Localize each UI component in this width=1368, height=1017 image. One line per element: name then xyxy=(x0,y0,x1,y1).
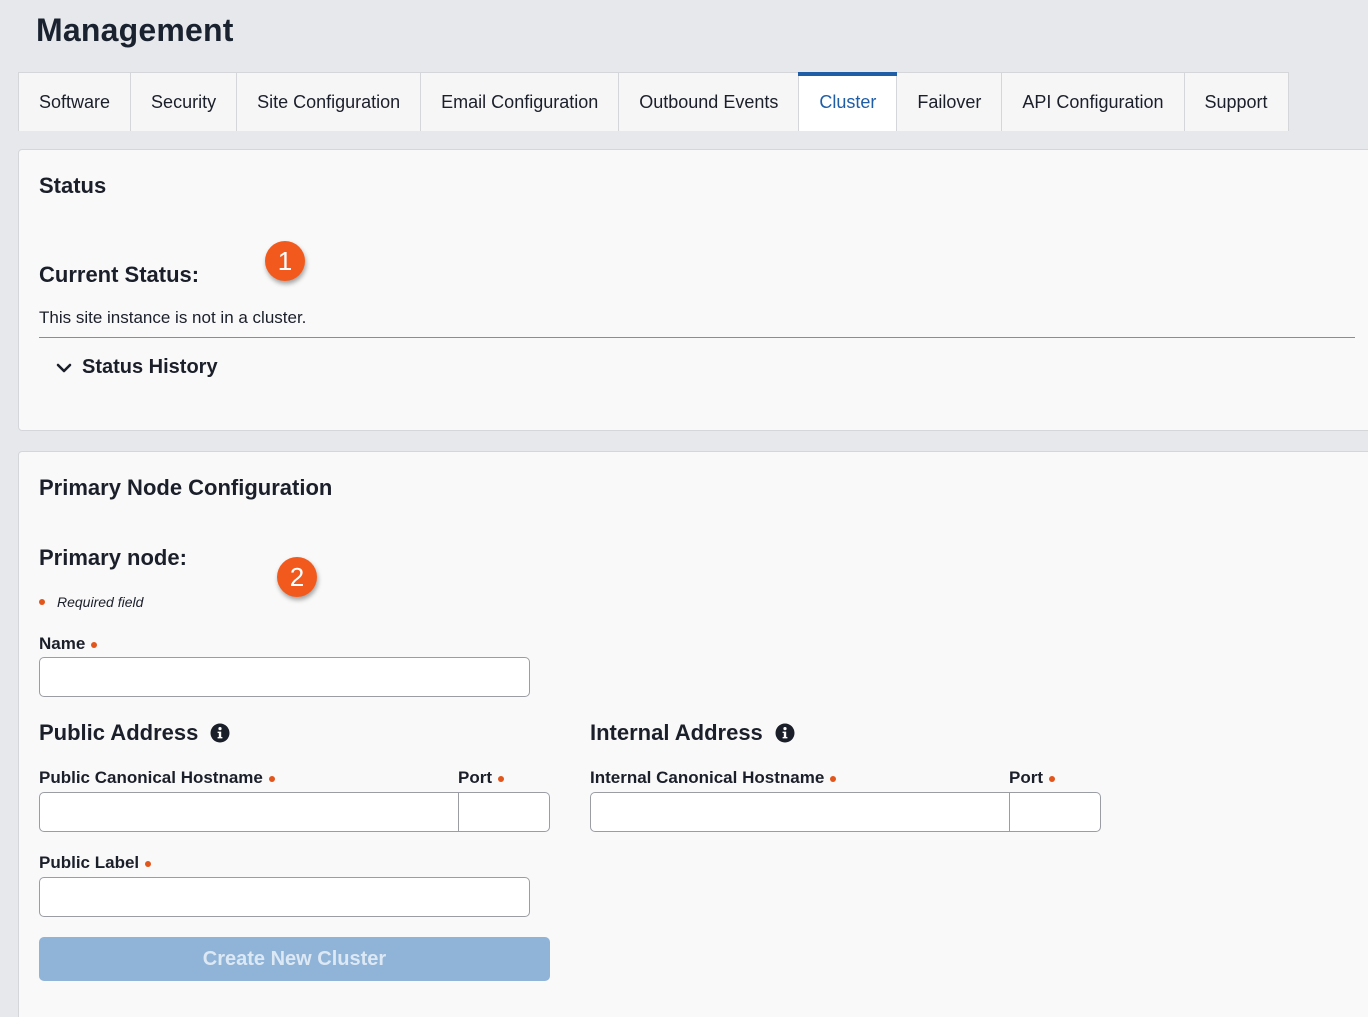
name-label-text: Name xyxy=(39,634,86,653)
internal-hostname-label: Internal Canonical Hostname xyxy=(590,768,837,788)
tab-software[interactable]: Software xyxy=(19,73,132,131)
public-label-label-text: Public Label xyxy=(39,853,140,872)
status-divider xyxy=(39,337,1355,338)
required-dot-icon xyxy=(268,775,275,782)
current-status-label: Current Status: xyxy=(39,262,200,287)
public-hostname-label-text: Public Canonical Hostname xyxy=(39,768,263,787)
primary-node-label: Primary node: xyxy=(39,545,187,570)
required-dot-icon xyxy=(498,775,504,782)
page-title: Management xyxy=(36,12,234,48)
current-status-text: This site instance is not in a cluster. xyxy=(39,308,307,327)
public-port-input[interactable] xyxy=(459,792,550,832)
public-hostname-label: Public Canonical Hostname xyxy=(39,768,275,788)
public-port-label: Port xyxy=(458,768,504,788)
status-history-toggle[interactable]: Status History xyxy=(55,356,218,379)
primary-node-card: Primary Node Configuration Primary node:… xyxy=(18,451,1368,1017)
callout-badge-1: 1 xyxy=(265,241,305,281)
public-address-title: Public Address xyxy=(39,720,230,746)
public-address-input-group xyxy=(39,792,550,832)
public-label-input[interactable] xyxy=(39,877,530,917)
management-tabs: Software Security Site Configuration Ema… xyxy=(18,72,1289,131)
required-dot-icon xyxy=(1049,775,1055,782)
required-dot-icon xyxy=(145,860,152,867)
internal-port-input[interactable] xyxy=(1010,792,1101,832)
status-history-label: Status History xyxy=(82,356,218,378)
chevron-down-icon xyxy=(56,363,72,372)
name-input[interactable] xyxy=(39,657,530,697)
status-card: Status Current Status: 1 This site insta… xyxy=(18,149,1368,431)
required-field-note: Required field xyxy=(39,594,143,610)
required-dot-icon xyxy=(39,599,45,605)
required-field-text: Required field xyxy=(57,594,144,610)
public-address-title-text: Public Address xyxy=(39,720,199,745)
tab-api-configuration[interactable]: API Configuration xyxy=(1002,73,1185,131)
tab-email-configuration[interactable]: Email Configuration xyxy=(421,73,620,131)
public-label-label: Public Label xyxy=(39,853,152,873)
public-hostname-input[interactable] xyxy=(39,792,459,832)
info-icon[interactable] xyxy=(210,723,230,743)
tab-failover[interactable]: Failover xyxy=(897,73,1003,131)
internal-address-title: Internal Address xyxy=(590,720,795,746)
internal-hostname-label-text: Internal Canonical Hostname xyxy=(590,768,825,787)
tab-support[interactable]: Support xyxy=(1184,73,1288,131)
required-dot-icon xyxy=(830,775,837,782)
internal-port-label-text: Port xyxy=(1009,768,1043,787)
internal-address-input-group xyxy=(590,792,1101,832)
internal-address-title-text: Internal Address xyxy=(590,720,763,745)
name-label: Name xyxy=(39,634,98,654)
tab-security[interactable]: Security xyxy=(131,73,238,131)
callout-badge-2: 2 xyxy=(277,557,317,597)
primary-node-config-title: Primary Node Configuration xyxy=(39,475,333,500)
public-port-label-text: Port xyxy=(458,768,492,787)
tab-cluster[interactable]: Cluster xyxy=(798,72,898,131)
create-new-cluster-button[interactable]: Create New Cluster xyxy=(39,937,550,981)
required-dot-icon xyxy=(91,641,98,648)
tab-site-configuration[interactable]: Site Configuration xyxy=(237,73,422,131)
tab-outbound-events[interactable]: Outbound Events xyxy=(619,73,800,131)
internal-hostname-input[interactable] xyxy=(590,792,1010,832)
internal-port-label: Port xyxy=(1009,768,1055,788)
info-icon[interactable] xyxy=(775,723,795,743)
status-title: Status xyxy=(39,173,107,198)
